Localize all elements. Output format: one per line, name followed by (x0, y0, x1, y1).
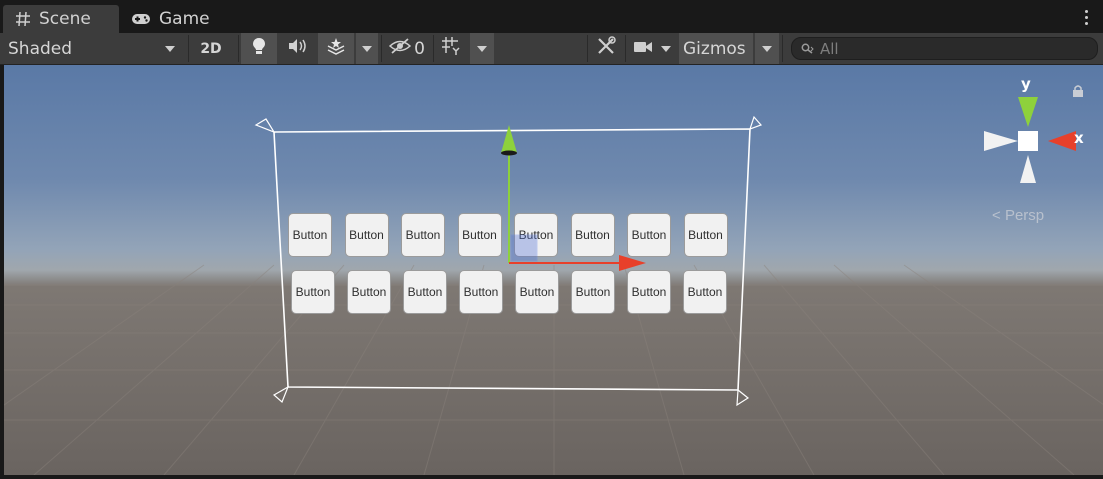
more-options-icon[interactable] (1085, 10, 1089, 28)
search-input[interactable]: All (791, 37, 1098, 60)
grid-dropdown[interactable] (470, 33, 494, 64)
grid-icon (441, 36, 461, 61)
chevron-down-icon (762, 45, 772, 52)
hash-icon (15, 11, 31, 27)
camera-button[interactable] (630, 33, 656, 64)
search-placeholder: All (820, 39, 839, 58)
chevron-down-icon (362, 45, 372, 52)
camera-icon (633, 39, 653, 59)
scene-visibility-toggle[interactable]: 0 (384, 33, 430, 64)
tab-scene-label: Scene (39, 9, 91, 29)
y-arrow-icon (501, 125, 517, 153)
draw-mode-label: Shaded (8, 38, 73, 59)
x-arrow-icon (619, 255, 646, 271)
tab-game[interactable]: Game (131, 5, 231, 33)
2d-label: 2D (200, 40, 222, 57)
gizmos-dropdown[interactable] (755, 33, 779, 64)
gizmo-y-label: y (1021, 75, 1031, 93)
gizmo-x-label: x (1074, 129, 1084, 147)
search-icon (801, 43, 814, 54)
audio-toggle-button[interactable] (281, 33, 315, 64)
chevron-down-icon (477, 45, 487, 52)
chevron-left-icon: < (992, 207, 1001, 224)
projection-toggle[interactable]: < Persp (992, 207, 1044, 224)
camera-dropdown[interactable] (656, 33, 676, 64)
grid-toggle-button[interactable] (436, 33, 466, 64)
speaker-icon (288, 38, 308, 59)
tab-scene[interactable]: Scene (3, 5, 119, 33)
tab-bar: Scene Game (0, 0, 1103, 33)
layers-icon (326, 37, 346, 60)
lightbulb-icon (252, 37, 266, 60)
move-gizmo[interactable] (4, 65, 1103, 475)
tools-button[interactable] (590, 33, 622, 64)
hidden-count: 0 (414, 38, 425, 59)
gizmos-label: Gizmos (683, 38, 746, 59)
2d-toggle-button[interactable]: 2D (191, 33, 231, 64)
effects-toggle-button[interactable] (318, 33, 354, 64)
projection-label: Persp (1004, 207, 1045, 224)
chevron-down-icon (661, 45, 671, 52)
effects-dropdown[interactable] (356, 33, 378, 64)
eye-slash-icon (388, 38, 412, 59)
scene-viewport[interactable]: Button Button Button Button Button Button Butt… (4, 65, 1103, 475)
tools-icon (596, 36, 616, 61)
chevron-down-icon (165, 45, 175, 52)
draw-mode-dropdown[interactable]: Shaded (0, 33, 185, 64)
gamepad-icon (131, 12, 151, 26)
lock-icon[interactable] (1072, 83, 1084, 102)
gizmos-button[interactable]: Gizmos (679, 33, 753, 64)
lighting-toggle-button[interactable] (241, 33, 277, 64)
tab-game-label: Game (159, 9, 210, 29)
